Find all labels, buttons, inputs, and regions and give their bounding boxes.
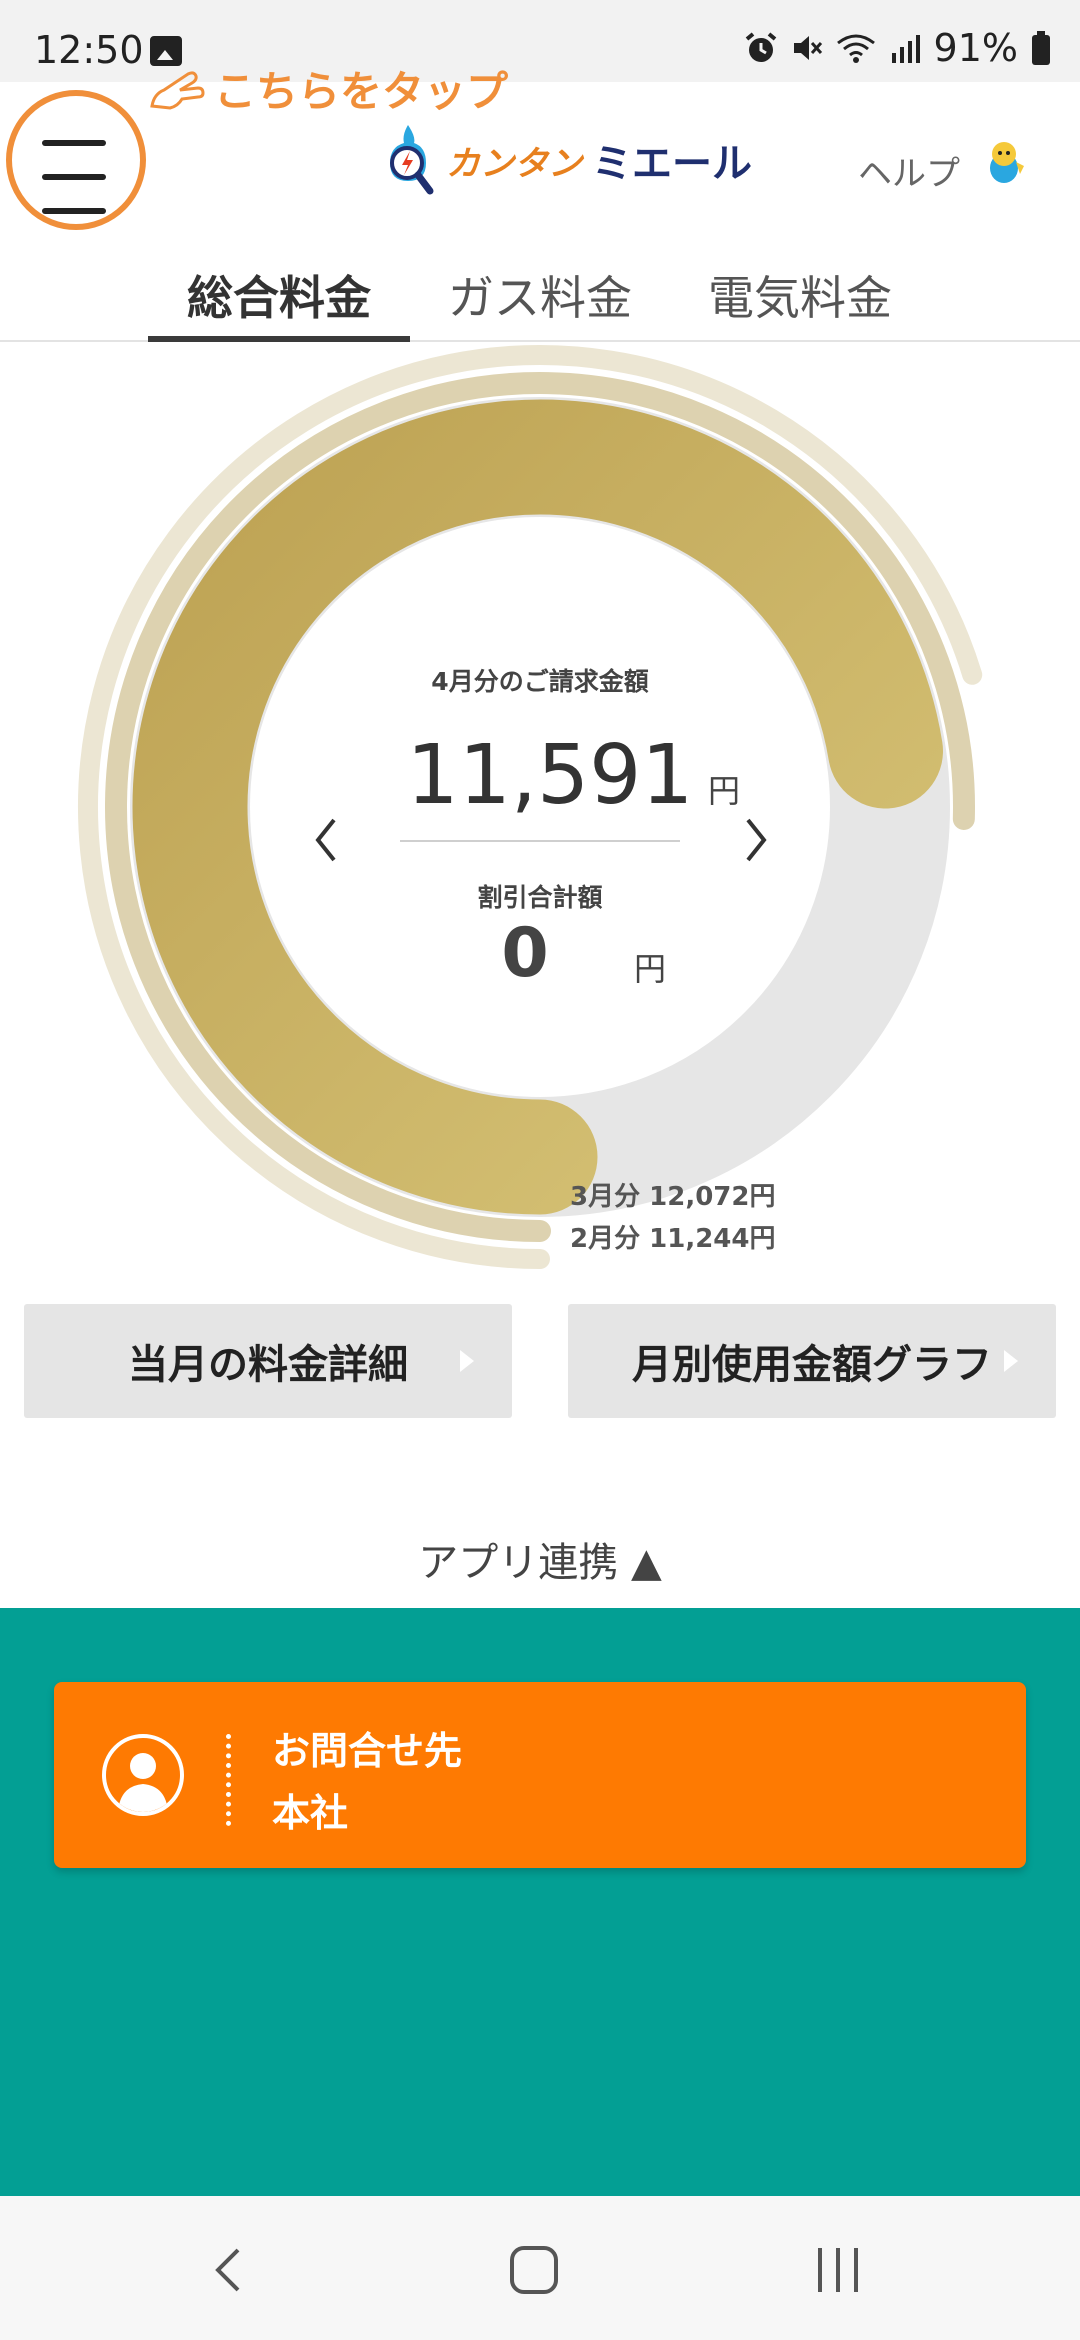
monthly-graph-button[interactable]: 月別使用金額グラフ [568,1304,1056,1418]
contact-title: お問合せ先 [272,1729,463,1773]
status-icons: 91% [744,26,1052,70]
tab-bar: 総合料金 ガス料金 電気料金 [0,244,1080,342]
contact-section: お問合せ先 本社 [0,1608,1080,2196]
total-amount: 11,591 [406,728,694,823]
status-time: 12:50 [34,28,144,72]
tap-hint-text: こちらをタップ [214,67,509,116]
next-month-arrow[interactable] [736,810,776,870]
tab-electric[interactable]: 電気料金 [680,262,920,334]
chevron-right-icon [746,818,767,862]
contact-divider [226,1734,231,1826]
play-arrow-icon [1004,1350,1018,1372]
system-nav-bar [0,2196,1080,2340]
tab-gas[interactable]: ガス料金 [420,262,660,334]
menu-button[interactable] [30,134,118,224]
play-arrow-icon [460,1350,474,1372]
billing-donut: 4月分のご請求金額 11,591 円 割引合計額 0 円 3月分 12,072円… [0,342,1080,1272]
monthly-detail-label: 当月の料金詳細 [128,1342,408,1388]
battery-percent: 91% [933,26,1018,70]
wifi-icon [836,34,875,63]
alarm-icon [745,32,776,62]
discount-currency: 円 [634,950,667,988]
previous-month-arrow[interactable] [306,810,346,870]
monthly-graph-label: 月別使用金額グラフ [632,1342,992,1388]
logo-text-mieru: ミエール [592,141,752,187]
total-currency: 円 [708,772,741,810]
nav-back-icon[interactable] [200,2240,260,2300]
nav-home-icon[interactable] [504,2240,564,2300]
center-divider [400,840,680,842]
tab-total[interactable]: 総合料金 [148,262,410,334]
pointing-hand-icon [150,70,205,110]
mute-icon [793,36,822,60]
person-icon [102,1734,184,1816]
tab-gas-label: ガス料金 [448,271,632,325]
app-link-toggle[interactable]: アプリ連携 ▲ [0,1530,1080,1588]
logo-text-kantan: カンタン [446,143,582,184]
menu-icon [42,140,106,146]
tap-hint: こちらをタップ [148,58,508,119]
monthly-detail-button[interactable]: 当月の料金詳細 [24,1304,512,1418]
app-logo: カンタン ミエール [376,120,752,200]
tab-electric-label: 電気料金 [708,271,892,325]
signal-icon [891,35,920,63]
battery-icon [1032,31,1050,65]
nav-recents-icon[interactable] [808,2240,868,2300]
chevron-left-icon [315,818,336,862]
contact-name: 本社 [272,1791,349,1835]
contact-card[interactable]: お問合せ先 本社 [54,1682,1026,1868]
prev2-month-label: 2月分 11,244円 [570,1224,776,1254]
discount-label: 割引合計額 [477,883,603,912]
billing-period-label: 4月分のご請求金額 [431,667,649,696]
prev-month-label: 3月分 12,072円 [570,1182,776,1212]
flame-magnifier-icon [390,125,434,195]
tab-total-label: 総合料金 [187,271,371,325]
discount-amount: 0 [501,914,549,993]
help-mascot-icon[interactable] [982,138,1026,186]
help-link[interactable]: ヘルプ [858,146,960,195]
